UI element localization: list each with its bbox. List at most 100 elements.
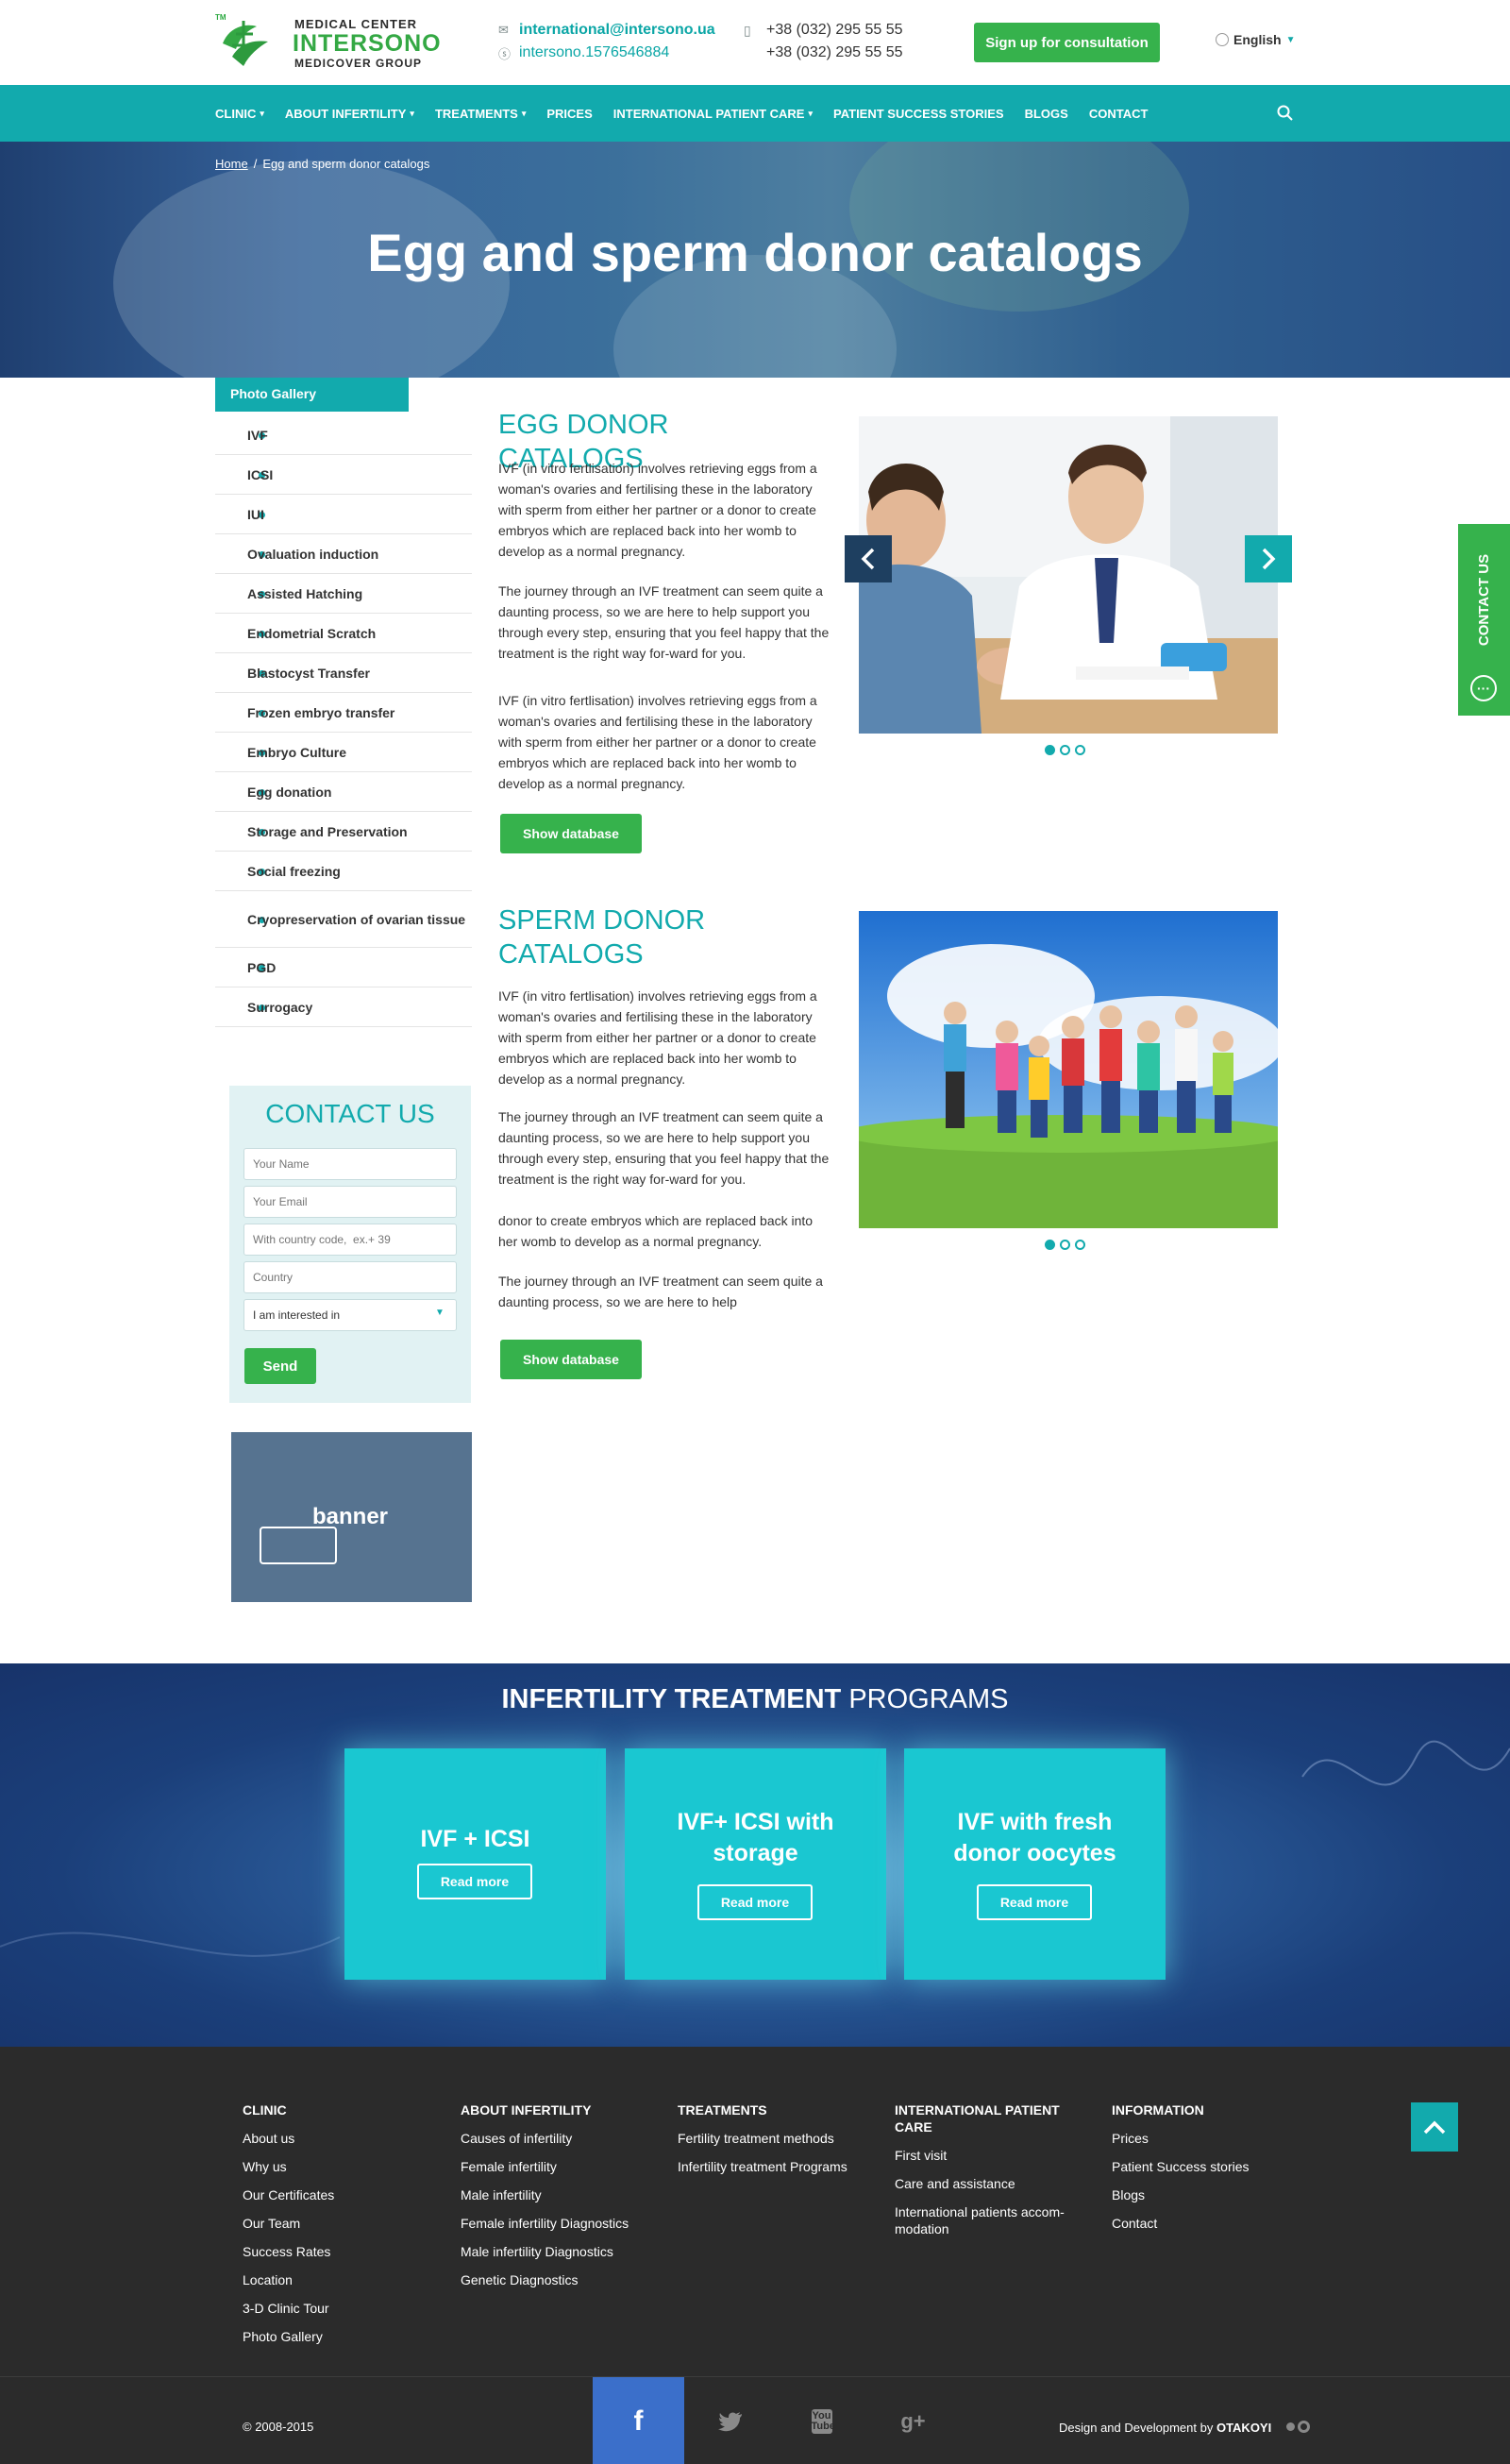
search-icon[interactable] (1276, 104, 1295, 123)
chevron-down-icon: ▾ (521, 108, 527, 118)
nav-item-label: INTERNATIONAL PATIENT CARE (612, 106, 805, 121)
slider-dot[interactable] (1060, 745, 1070, 755)
sidebar-item-social-freezing[interactable]: Social freezing (215, 852, 472, 891)
slider-dot[interactable] (1075, 745, 1085, 755)
send-button[interactable]: Send (244, 1348, 316, 1384)
footer-link[interactable]: Contact (1112, 2209, 1300, 2237)
nav-item-clinic[interactable]: CLINIC ▾ (215, 107, 264, 121)
footer-link[interactable]: Care and assistance (895, 2169, 1098, 2198)
footer-link[interactable]: About us (243, 2124, 431, 2152)
footer-link[interactable]: Prices (1112, 2124, 1300, 2152)
slider-dot[interactable] (1060, 1240, 1070, 1250)
footer-link[interactable]: Infertility treatment Programs (678, 2152, 866, 2181)
nav-item-prices[interactable]: PRICES (546, 107, 592, 121)
signup-consultation-button[interactable]: Sign up for consultation (974, 23, 1160, 62)
slider-dot[interactable] (1045, 1240, 1055, 1250)
footer-link[interactable]: Causes of infertility (461, 2124, 649, 2152)
footer-link[interactable]: Female infertility Diagnostics (461, 2209, 649, 2237)
footer-link[interactable]: Female infertility (461, 2152, 649, 2181)
otakoyi-logo-icon (1286, 2421, 1310, 2433)
footer-link[interactable]: International patients accom-modation (895, 2203, 1098, 2237)
logo[interactable]: TM MEDICAL CENTER INTERSONO MEDICOVER GR… (215, 13, 441, 70)
sidebar-item-ivf[interactable]: IVF (215, 415, 472, 455)
read-more-button[interactable]: Read more (417, 1864, 532, 1899)
photo-gallery-tab[interactable]: Photo Gallery (215, 378, 409, 412)
slider-dot[interactable] (1075, 1240, 1085, 1250)
sidebar-item-blastocyst-transfer[interactable]: Blastocyst Transfer (215, 653, 472, 693)
footer-link[interactable]: Location (243, 2266, 431, 2294)
design-credit-brand[interactable]: OTAKOYI (1216, 2421, 1271, 2435)
program-card[interactable]: IVF with fresh donor oocytes Read more (904, 1748, 1166, 1980)
sidebar-item-iui[interactable]: IUI (215, 495, 472, 534)
sidebar-item-storage-and-preservation[interactable]: Storage and Preservation (215, 812, 472, 852)
egg-show-database-button[interactable]: Show database (500, 814, 642, 853)
google-plus-icon[interactable]: g+ (867, 2377, 959, 2464)
nav-item-patient-success-stories[interactable]: PATIENT SUCCESS STORIES (833, 107, 1004, 121)
language-selector[interactable]: English ▼ (1216, 32, 1295, 47)
sidebar-banner[interactable]: banner (231, 1432, 472, 1602)
interest-select[interactable]: I am interested in (243, 1299, 457, 1331)
footer-link[interactable]: Patient Success stories (1112, 2152, 1300, 2181)
sidebar-item-frozen-embryo-transfer[interactable]: Frozen embryo transfer (215, 693, 472, 733)
footer-link[interactable]: Photo Gallery (243, 2322, 431, 2351)
footer-link[interactable]: Fertility treatment methods (678, 2124, 866, 2152)
egg-paragraph-2: The journey through an IVF treatment can… (498, 583, 830, 661)
email-field[interactable] (243, 1186, 457, 1218)
read-more-button[interactable]: Read more (977, 1884, 1092, 1920)
footer-link[interactable]: Genetic Diagnostics (461, 2266, 649, 2294)
nav-item-about-infertility[interactable]: ABOUT INFERTILITY ▾ (285, 107, 414, 121)
nav-item-contact[interactable]: CONTACT (1089, 107, 1149, 121)
program-card[interactable]: IVF + ICSI Read more (344, 1748, 606, 1980)
twitter-icon[interactable] (684, 2377, 776, 2464)
sidebar-item-assisted-hatching[interactable]: Assisted Hatching (215, 574, 472, 614)
sidebar-menu: IVF ICSI IUI Ovaluation induction Assisted H… (215, 415, 472, 1027)
header-phone-1[interactable]: +38 (032) 295 55 55 (766, 22, 903, 39)
footer-link[interactable]: Success Rates (243, 2237, 431, 2266)
sidebar-item-icsi[interactable]: ICSI (215, 455, 472, 495)
header-skype[interactable]: intersono.1576546884 (519, 44, 669, 61)
footer-link[interactable]: Blogs (1112, 2181, 1300, 2209)
sidebar-item-label: Storage and Preservation (247, 823, 408, 839)
footer-link[interactable]: Male infertility (461, 2181, 649, 2209)
sidebar-item-egg-donation[interactable]: Egg donation (215, 772, 472, 812)
language-label: English (1233, 32, 1282, 47)
back-to-top-button[interactable] (1411, 2102, 1458, 2152)
footer-link[interactable]: 3-D Clinic Tour (243, 2294, 431, 2322)
phone-field[interactable] (243, 1224, 457, 1256)
breadcrumb-home[interactable]: Home (215, 157, 248, 171)
country-field[interactable] (243, 1261, 457, 1293)
name-field[interactable] (243, 1148, 457, 1180)
sidebar-item-ovaluation-induction[interactable]: Ovaluation induction (215, 534, 472, 574)
egg-slider-prev-button[interactable] (845, 535, 892, 582)
nav-item-treatments[interactable]: TREATMENTS ▾ (435, 107, 526, 121)
sidebar-item-cryopreservation-of-ovarian-tissue[interactable]: Cryopreservation of ovarian tissue (215, 891, 472, 948)
program-card[interactable]: IVF+ ICSI with storage Read more (625, 1748, 886, 1980)
read-more-button[interactable]: Read more (697, 1884, 813, 1920)
hero-banner: Home / Egg and sperm donor catalogs Egg … (0, 142, 1510, 378)
footer-link[interactable]: First visit (895, 2141, 1098, 2169)
footer-link[interactable]: Male infertility Diagnostics (461, 2237, 649, 2266)
slider-dot[interactable] (1045, 745, 1055, 755)
nav-item-international-patient-care[interactable]: INTERNATIONAL PATIENT CARE ▾ (613, 107, 813, 121)
logo-line1: MEDICAL CENTER (294, 17, 418, 31)
facebook-icon[interactable]: f (593, 2377, 684, 2464)
nav-item-label: BLOGS (1024, 106, 1068, 121)
sidebar-item-surrogacy[interactable]: Surrogacy (215, 987, 472, 1027)
header-phone-2[interactable]: +38 (032) 295 55 55 (766, 44, 903, 61)
breadcrumb: Home / Egg and sperm donor catalogs (215, 157, 429, 171)
sidebar-item-endometrial-scratch[interactable]: Endometrial Scratch (215, 614, 472, 653)
footer-link[interactable]: Why us (243, 2152, 431, 2181)
footer-link[interactable]: Our Certificates (243, 2181, 431, 2209)
sidebar-item-label: Cryopreservation of ovarian tissue (247, 911, 466, 927)
sidebar-item-embryo-culture[interactable]: Embryo Culture (215, 733, 472, 772)
footer-heading: CLINIC (243, 2102, 287, 2118)
nav-item-blogs[interactable]: BLOGS (1025, 107, 1068, 121)
sidebar-item-pgd[interactable]: PGD (215, 948, 472, 987)
sperm-show-database-button[interactable]: Show database (500, 1340, 642, 1379)
egg-slider-next-button[interactable] (1245, 535, 1292, 582)
banner-button-outline[interactable] (260, 1527, 337, 1564)
footer-link[interactable]: Our Team (243, 2209, 431, 2237)
header-email[interactable]: international@intersono.ua (519, 22, 715, 39)
youtube-icon[interactable]: You Tube (776, 2377, 867, 2464)
side-contact-us-tab[interactable]: CONTACT US ··· (1458, 524, 1510, 716)
